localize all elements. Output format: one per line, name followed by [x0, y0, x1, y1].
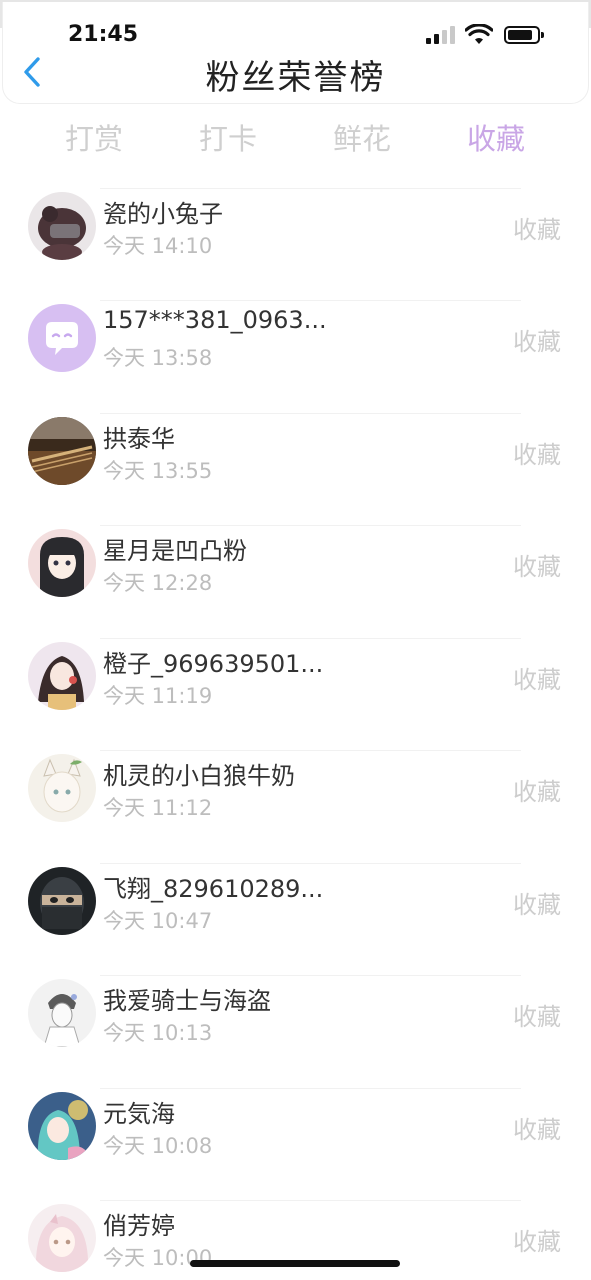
status-time: 21:45 [68, 22, 139, 47]
fan-time: 今天 10:13 [103, 1021, 213, 1045]
divider [100, 750, 521, 751]
fan-name: 瓷的小兔子 [103, 200, 223, 228]
anime-pink-avatar-icon [28, 1204, 96, 1272]
tab-flowers[interactable]: 鲜花 [312, 116, 412, 158]
favorite-label: 收藏 [513, 216, 561, 244]
list-item[interactable]: 橙子_969639501... 今天 11:19 收藏 [0, 638, 591, 750]
wifi-icon [465, 24, 493, 44]
divider [100, 525, 521, 526]
fan-time: 今天 10:47 [103, 909, 213, 933]
fan-name: 拱泰华 [103, 425, 175, 453]
divider [100, 413, 521, 414]
list-item[interactable]: 拱泰华 今天 13:55 收藏 [0, 413, 591, 525]
divider [100, 1200, 521, 1201]
fan-time: 今天 12:28 [103, 571, 213, 595]
favorite-label: 收藏 [513, 1116, 561, 1144]
list-item[interactable]: 飞翔_829610289... 今天 10:47 收藏 [0, 863, 591, 975]
fan-time: 今天 11:12 [103, 796, 213, 820]
fan-name: 俏芳婷 [103, 1212, 175, 1240]
fan-time: 今天 10:08 [103, 1134, 213, 1158]
tab-reward[interactable]: 打赏 [44, 116, 144, 158]
favorite-label: 收藏 [513, 1003, 561, 1031]
divider [100, 188, 521, 189]
fan-time: 今天 13:58 [103, 346, 213, 370]
tab-bar: 打赏 打卡 鲜花 收藏 [0, 116, 591, 160]
list-item[interactable]: 我爱骑士与海盗 今天 10:13 收藏 [0, 975, 591, 1087]
list-item[interactable]: 机灵的小白狼牛奶 今天 11:12 收藏 [0, 750, 591, 862]
cellular-signal-icon [426, 26, 456, 44]
fan-name: 星月是凹凸粉 [103, 537, 247, 565]
fan-name: 橙子_969639501... [103, 650, 324, 678]
dark-mask-avatar-icon [28, 192, 96, 260]
divider [100, 300, 521, 301]
guzheng-avatar-icon [28, 417, 96, 485]
anime-girl-avatar-icon [28, 529, 96, 597]
favorite-label: 收藏 [513, 891, 561, 919]
home-indicator [190, 1260, 400, 1267]
divider [100, 863, 521, 864]
list-item[interactable]: 元気海 今天 10:08 收藏 [0, 1088, 591, 1200]
fan-name: 飞翔_829610289... [103, 875, 324, 903]
default-purple-avatar-icon [28, 304, 96, 372]
favorite-label: 收藏 [513, 328, 561, 356]
tab-checkin[interactable]: 打卡 [178, 116, 278, 158]
favorite-label: 收藏 [513, 666, 561, 694]
battery-icon [504, 26, 544, 44]
page-title: 粉丝荣誉榜 [205, 58, 386, 98]
favorite-label: 收藏 [513, 778, 561, 806]
favorite-label: 收藏 [513, 441, 561, 469]
fan-name: 元気海 [103, 1100, 175, 1128]
divider [100, 1088, 521, 1089]
fan-name: 157***381_0963... [103, 306, 327, 334]
sketch-avatar-icon [28, 979, 96, 1047]
fan-time: 今天 14:10 [103, 234, 213, 258]
list-item[interactable]: 俏芳婷 今天 10:00 收藏 [0, 1200, 591, 1280]
list-item[interactable]: 星月是凹凸粉 今天 12:28 收藏 [0, 525, 591, 637]
fan-time: 今天 13:55 [103, 459, 213, 483]
tab-favorites[interactable]: 收藏 [446, 116, 546, 158]
anime-cat-avatar-icon [28, 754, 96, 822]
ninja-avatar-icon [28, 867, 96, 935]
anime-blue-avatar-icon [28, 1092, 96, 1160]
list-item[interactable]: 瓷的小兔子 今天 14:10 收藏 [0, 188, 591, 300]
favorite-label: 收藏 [513, 553, 561, 581]
anime-girl-avatar-icon [28, 642, 96, 710]
divider [100, 975, 521, 976]
fan-time: 今天 11:19 [103, 684, 213, 708]
fan-name: 机灵的小白狼牛奶 [103, 762, 295, 790]
fan-time: 今天 10:00 [103, 1246, 213, 1270]
favorite-label: 收藏 [513, 1228, 561, 1256]
fan-name: 我爱骑士与海盗 [103, 987, 271, 1015]
list-item[interactable]: 157***381_0963... 今天 13:58 收藏 [0, 300, 591, 412]
divider [100, 638, 521, 639]
